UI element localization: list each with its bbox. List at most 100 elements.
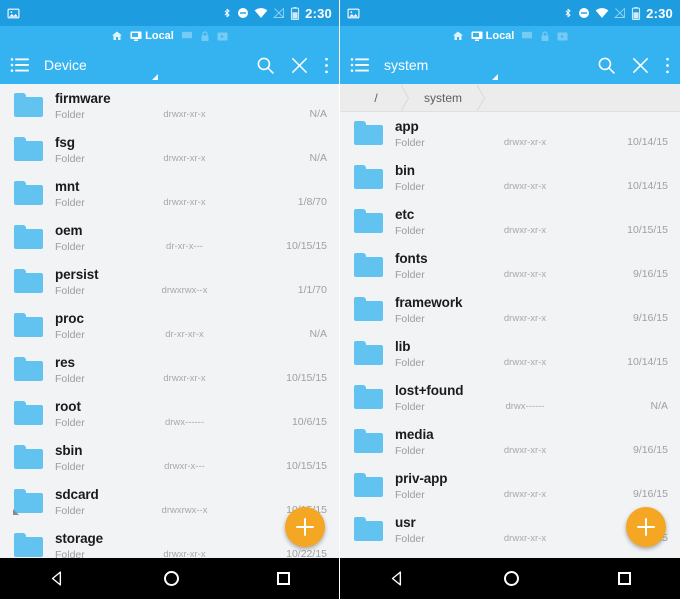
back-icon[interactable]: [49, 570, 66, 587]
close-icon[interactable]: [631, 56, 650, 75]
do-not-disturb-icon: [579, 8, 590, 18]
file-name: fonts: [395, 250, 428, 266]
file-date: 1/1/70: [297, 284, 327, 296]
folder-icon: [352, 161, 386, 195]
file-permissions: drwxr-xr-x: [503, 533, 547, 544]
status-bar: 2:30: [340, 0, 680, 26]
file-row[interactable]: lost+found Folder drwx------ N/A: [340, 376, 680, 420]
bluetooth-icon: [224, 8, 230, 18]
folder-icon: [352, 117, 386, 151]
battery-icon: [632, 6, 641, 20]
file-row[interactable]: fonts Folder drwxr-xr-x 9/16/15: [340, 244, 680, 288]
tab-local-label: Local: [485, 30, 515, 42]
file-name: lib: [395, 338, 411, 354]
file-date: 10/22/15: [286, 548, 327, 558]
file-row[interactable]: firmware Folder drwxr-xr-x N/A: [0, 84, 339, 128]
file-row[interactable]: proc Folder dr-xr-xr-x N/A: [0, 304, 339, 348]
file-date: N/A: [650, 400, 668, 412]
network-icon: [181, 31, 192, 39]
file-name: mnt: [55, 178, 80, 194]
file-row[interactable]: persist Folder drwxrwx--x 1/1/70: [0, 260, 339, 304]
status-bar-notifications: [347, 7, 563, 20]
file-permissions: drwxr-xr-x: [163, 197, 206, 208]
file-row[interactable]: mnt Folder drwxr-xr-x 1/8/70: [0, 172, 339, 216]
back-icon[interactable]: [389, 570, 406, 587]
breadcrumb-item[interactable]: system: [402, 84, 486, 112]
status-bar-system-icons: 2:30: [222, 6, 332, 21]
file-row[interactable]: root Folder drwx------ 10/6/15: [0, 392, 339, 436]
file-row[interactable]: sbin Folder drwxr-x--- 10/15/15: [0, 436, 339, 480]
file-row[interactable]: media Folder drwxr-xr-x 9/16/15: [340, 420, 680, 464]
folder-icon: [12, 397, 46, 431]
tab-cloud[interactable]: [217, 31, 228, 42]
file-row[interactable]: priv-app Folder drwxr-xr-x 9/16/15: [340, 464, 680, 508]
home-icon[interactable]: [111, 30, 123, 42]
toolbar-title: Device: [44, 57, 87, 73]
bluetooth-icon: [565, 8, 571, 18]
file-date: 10/14/15: [627, 356, 668, 368]
recents-icon[interactable]: [617, 572, 631, 585]
home-icon[interactable]: [164, 571, 179, 586]
status-bar-clock: 2:30: [646, 5, 673, 21]
image-icon: [347, 8, 360, 18]
file-date: 1/8/70: [297, 196, 327, 208]
tab-ftp[interactable]: [200, 30, 210, 42]
file-row[interactable]: app Folder drwxr-xr-x 10/14/15: [340, 112, 680, 156]
file-row[interactable]: res Folder drwxr-xr-x 10/15/15: [0, 348, 339, 392]
cloud-icon: [557, 32, 568, 40]
close-icon[interactable]: [290, 56, 309, 75]
list-menu-icon[interactable]: [350, 57, 370, 73]
file-permissions: dr-xr-x---: [166, 241, 203, 252]
add-button[interactable]: [626, 507, 666, 547]
battery-icon: [291, 6, 300, 20]
file-date: 10/15/15: [286, 240, 327, 252]
file-date: 9/16/15: [632, 312, 668, 324]
tab-ftp[interactable]: [540, 30, 550, 42]
file-permissions: drwxr-xr-x: [503, 357, 547, 368]
tab-cloud[interactable]: [557, 31, 568, 42]
file-row[interactable]: bin Folder drwxr-xr-x 10/14/15: [340, 156, 680, 200]
tab-network[interactable]: [521, 31, 533, 41]
file-name: framework: [395, 294, 463, 310]
more-vertical-icon[interactable]: [324, 56, 329, 75]
tab-local[interactable]: Local: [471, 30, 515, 42]
breadcrumb-item[interactable]: /: [340, 84, 409, 112]
recents-icon[interactable]: [277, 572, 290, 585]
tab-network[interactable]: [181, 31, 193, 41]
file-date: 10/14/15: [627, 136, 668, 148]
folder-icon: [12, 177, 46, 211]
dropdown-caret-icon[interactable]: [492, 74, 498, 80]
file-row[interactable]: fsg Folder drwxr-xr-x N/A: [0, 128, 339, 172]
search-icon[interactable]: [597, 56, 616, 75]
lock-icon: [201, 30, 209, 41]
file-permissions: drwxr-xr-x: [503, 489, 547, 500]
image-icon: [7, 8, 20, 18]
file-list-device[interactable]: firmware Folder drwxr-xr-x N/A fsg Folder drwx…: [0, 84, 339, 558]
home-icon[interactable]: [504, 571, 520, 586]
wifi-icon: [254, 7, 268, 18]
folder-icon: [352, 425, 386, 459]
list-menu-icon[interactable]: [10, 57, 30, 73]
file-row[interactable]: etc Folder drwxr-xr-x 10/15/15: [340, 200, 680, 244]
breadcrumb[interactable]: / system: [340, 84, 680, 112]
file-name: sbin: [55, 442, 83, 458]
file-row[interactable]: oem Folder dr-xr-x--- 10/15/15: [0, 216, 339, 260]
file-date: N/A: [309, 328, 327, 340]
file-row[interactable]: lib Folder drwxr-xr-x 10/14/15: [340, 332, 680, 376]
file-permissions: drwxr-xr-x: [163, 109, 206, 120]
tab-local[interactable]: Local: [130, 30, 174, 42]
file-name: bin: [395, 162, 415, 178]
search-icon[interactable]: [256, 56, 275, 75]
file-name: etc: [395, 206, 415, 222]
tab-strip: Local: [0, 26, 339, 46]
dropdown-caret-icon[interactable]: [151, 74, 158, 80]
add-button[interactable]: [285, 507, 325, 547]
folder-icon: [12, 221, 46, 255]
more-vertical-icon[interactable]: [665, 56, 670, 75]
file-row[interactable]: framework Folder drwxr-xr-x 9/16/15: [340, 288, 680, 332]
file-permissions: drwxr-xr-x: [163, 153, 206, 164]
file-name: priv-app: [395, 470, 448, 486]
file-list-system[interactable]: app Folder drwxr-xr-x 10/14/15 bin Folder drwx…: [340, 112, 680, 558]
home-icon[interactable]: [452, 30, 464, 42]
lock-icon: [541, 30, 549, 41]
